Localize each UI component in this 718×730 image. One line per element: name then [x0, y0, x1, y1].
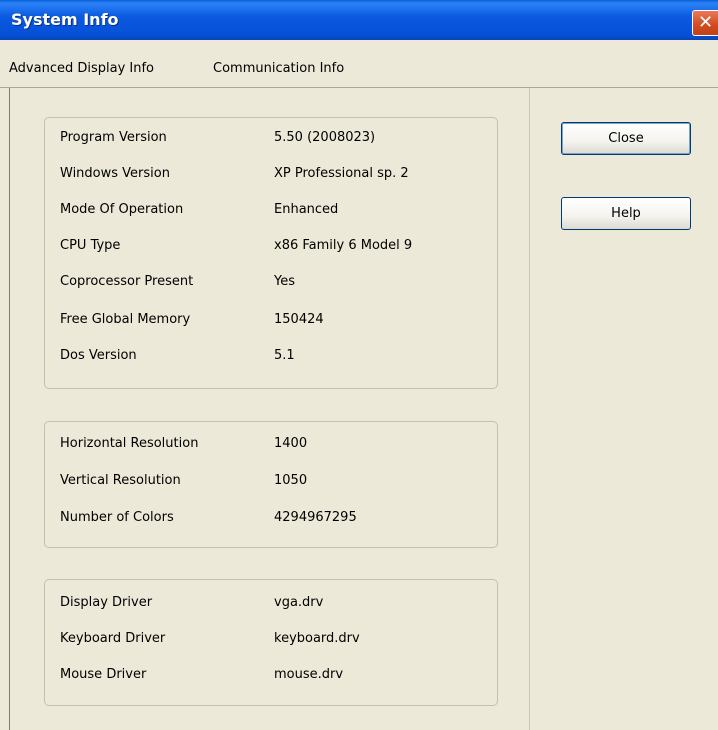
- info-row-vertical-resolution: Vertical Resolution 1050: [60, 473, 497, 493]
- info-label: Windows Version: [60, 166, 170, 181]
- close-icon[interactable]: ✕: [692, 10, 718, 36]
- info-value: vga.drv: [274, 595, 324, 610]
- info-label: CPU Type: [60, 238, 121, 253]
- info-row-display-driver: Display Driver vga.drv: [60, 595, 497, 615]
- info-row-mode-of-operation: Mode Of Operation Enhanced: [60, 202, 497, 222]
- info-label: Vertical Resolution: [60, 473, 181, 488]
- info-label: Mouse Driver: [60, 667, 147, 682]
- info-label: Coprocessor Present: [60, 274, 194, 289]
- close-button[interactable]: Close: [561, 122, 691, 155]
- info-label: Display Driver: [60, 595, 153, 610]
- info-value: Yes: [274, 274, 295, 289]
- info-label: Keyboard Driver: [60, 631, 166, 646]
- info-row-free-global-memory: Free Global Memory 150424: [60, 312, 497, 332]
- info-row-windows-version: Windows Version XP Professional sp. 2: [60, 166, 497, 186]
- info-value: XP Professional sp. 2: [274, 166, 409, 181]
- window-title: System Info: [11, 10, 119, 29]
- info-row-coprocessor-present: Coprocessor Present Yes: [60, 274, 497, 294]
- info-row-cpu-type: CPU Type x86 Family 6 Model 9: [60, 238, 497, 258]
- divider: [529, 88, 530, 730]
- info-value: 1400: [274, 436, 308, 451]
- info-label: Program Version: [60, 130, 167, 145]
- info-row-dos-version: Dos Version 5.1: [60, 348, 497, 368]
- info-row-program-version: Program Version 5.50 (2008023): [60, 130, 497, 150]
- info-value: 5.50 (2008023): [274, 130, 376, 145]
- info-label: Dos Version: [60, 348, 137, 363]
- info-value: Enhanced: [274, 202, 339, 217]
- info-value: mouse.drv: [274, 667, 344, 682]
- info-value: 4294967295: [274, 510, 357, 525]
- help-button[interactable]: Help: [561, 197, 691, 230]
- info-row-number-of-colors: Number of Colors 4294967295: [60, 510, 497, 530]
- info-label: Free Global Memory: [60, 312, 191, 327]
- info-value: 1050: [274, 473, 308, 488]
- info-value: 150424: [274, 312, 324, 327]
- info-label: Horizontal Resolution: [60, 436, 199, 451]
- menu-item-advanced-display-info[interactable]: Advanced Display Info: [9, 61, 154, 76]
- info-label: Number of Colors: [60, 510, 174, 525]
- system-info-window: System Info ✕ Advanced Display Info Comm…: [0, 0, 718, 730]
- info-row-horizontal-resolution: Horizontal Resolution 1400: [60, 436, 497, 456]
- display-info-group: Horizontal Resolution 1400 Vertical Reso…: [44, 421, 498, 548]
- info-label: Mode Of Operation: [60, 202, 184, 217]
- info-row-mouse-driver: Mouse Driver mouse.drv: [60, 667, 497, 687]
- system-info-group: Program Version 5.50 (2008023) Windows V…: [44, 117, 498, 389]
- menu-bar: Advanced Display Info Communication Info: [0, 55, 718, 88]
- info-value: x86 Family 6 Model 9: [274, 238, 413, 253]
- drivers-group: Display Driver vga.drv Keyboard Driver k…: [44, 579, 498, 706]
- info-row-keyboard-driver: Keyboard Driver keyboard.drv: [60, 631, 497, 651]
- info-value: 5.1: [274, 348, 295, 363]
- info-value: keyboard.drv: [274, 631, 360, 646]
- menu-item-communication-info[interactable]: Communication Info: [213, 61, 344, 76]
- title-bar[interactable]: System Info ✕: [0, 0, 718, 40]
